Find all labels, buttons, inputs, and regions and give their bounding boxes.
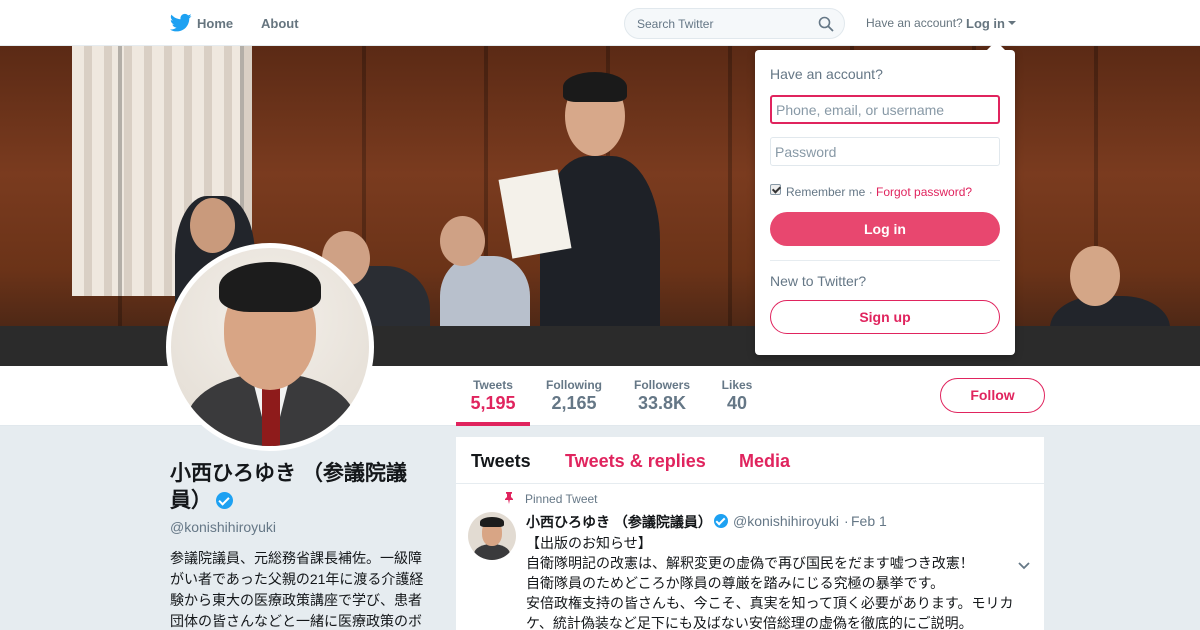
timeline-tabs: Tweets Tweets & replies Media bbox=[456, 437, 1044, 484]
forgot-password-link[interactable]: Forgot password? bbox=[876, 185, 972, 199]
new-to-twitter-label: New to Twitter? bbox=[770, 273, 867, 289]
top-navigation: Home About Search Twitter Have an accoun… bbox=[0, 0, 1200, 46]
timeline: Tweets Tweets & replies Media Pinned Twe… bbox=[456, 437, 1044, 630]
username-field[interactable] bbox=[770, 95, 1000, 124]
login-dropdown-toggle[interactable]: Log in bbox=[966, 16, 1005, 31]
profile-name: 小西ひろゆき （参議院議員） bbox=[170, 462, 407, 512]
pin-icon bbox=[505, 492, 513, 504]
tab-tweets[interactable]: Tweets bbox=[471, 451, 531, 472]
login-dropdown-title: Have an account? bbox=[770, 66, 883, 82]
tab-media[interactable]: Media bbox=[739, 451, 790, 472]
caret-down-icon[interactable] bbox=[1008, 21, 1016, 25]
nav-home-link[interactable]: Home bbox=[197, 16, 233, 31]
tweet-author-avatar[interactable] bbox=[468, 512, 516, 560]
stat-likes[interactable]: Likes 40 bbox=[721, 378, 753, 414]
password-field[interactable] bbox=[770, 137, 1000, 166]
tweet-date[interactable]: Feb 1 bbox=[851, 513, 887, 529]
verified-badge-icon bbox=[714, 514, 728, 528]
nav-about-link[interactable]: About bbox=[261, 16, 299, 31]
remember-me-label: Remember me · bbox=[786, 185, 873, 199]
search-box[interactable]: Search Twitter bbox=[624, 8, 845, 39]
profile-handle[interactable]: @konishihiroyuki bbox=[170, 519, 276, 535]
pinned-tweet[interactable]: Pinned Tweet 小西ひろゆき （参議院議員） @konishihiro… bbox=[456, 484, 1044, 630]
profile-avatar[interactable] bbox=[166, 243, 374, 451]
pinned-tweet-label: Pinned Tweet bbox=[525, 492, 598, 506]
search-icon[interactable] bbox=[818, 16, 834, 32]
remember-me-checkbox[interactable] bbox=[770, 184, 781, 195]
search-input[interactable]: Search Twitter bbox=[637, 17, 713, 31]
divider bbox=[770, 260, 1000, 261]
tweet-author-handle[interactable]: @konishihiroyuki bbox=[733, 513, 839, 529]
verified-badge-icon bbox=[216, 492, 233, 509]
tweet-separator: · bbox=[844, 513, 849, 529]
have-account-label: Have an account? bbox=[866, 16, 963, 30]
profile-bio: 参議院議員、元総務省課長補佐。一級障がい者であった父親の21年に渡る介護経験から… bbox=[170, 550, 424, 629]
login-button[interactable]: Log in bbox=[770, 212, 1000, 246]
active-stat-underline bbox=[456, 422, 530, 426]
stat-followers[interactable]: Followers 33.8K bbox=[633, 378, 691, 414]
stat-following[interactable]: Following 2,165 bbox=[545, 378, 603, 414]
tweet-author-name[interactable]: 小西ひろゆき （参議院議員） bbox=[526, 512, 712, 532]
tab-tweets-and-replies[interactable]: Tweets & replies bbox=[565, 451, 706, 472]
stat-tweets[interactable]: Tweets 5,195 bbox=[470, 378, 516, 414]
login-dropdown: Have an account? Remember me · Forgot pa… bbox=[755, 41, 1015, 355]
twitter-bird-icon[interactable] bbox=[170, 13, 192, 33]
follow-button[interactable]: Follow bbox=[940, 378, 1045, 413]
tweet-text: 【出版のお知らせ】 自衛隊明記の改憲は、解釈変更の虚偽で再び国民をだます嘘つき改… bbox=[526, 535, 1014, 630]
signup-button[interactable]: Sign up bbox=[770, 300, 1000, 334]
